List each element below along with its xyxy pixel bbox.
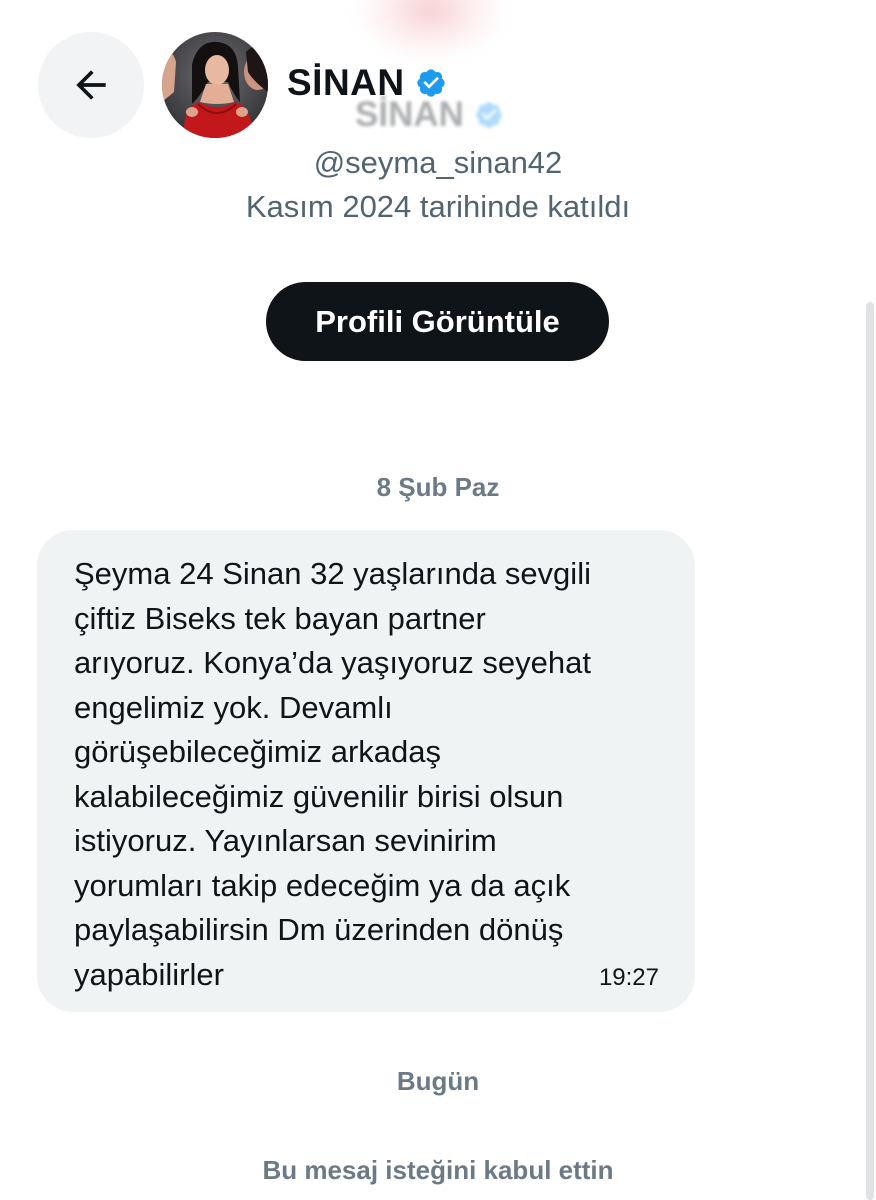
avatar-image <box>162 32 268 138</box>
back-button[interactable] <box>38 32 144 138</box>
ghost-name-text: SİNAN <box>355 95 464 134</box>
joined-date: Kasım 2024 tarihinde katıldı <box>245 189 631 224</box>
avatar[interactable] <box>162 32 268 138</box>
background-blur <box>355 0 505 60</box>
message-timestamp: 19:27 <box>598 964 659 991</box>
request-accepted-notice: Bu mesaj isteğini kabul ettin <box>262 1155 614 1185</box>
date-separator: 8 Şub Paz <box>376 472 500 502</box>
ghost-verified-badge-icon <box>476 102 502 128</box>
profile-handle: @seyma_sinan42 <box>313 145 563 180</box>
message-bubble[interactable]: Şeyma 24 Sinan 32 yaşlarında sevgili çif… <box>37 530 695 1012</box>
view-profile-button[interactable]: Profili Görüntüle <box>266 282 609 361</box>
arrow-left-icon <box>76 70 106 100</box>
message-text: Şeyma 24 Sinan 32 yaşlarında sevgili çif… <box>74 556 591 992</box>
date-separator-today: Bugün <box>396 1066 480 1096</box>
ghost-name-overlay: SİNAN <box>355 95 504 135</box>
